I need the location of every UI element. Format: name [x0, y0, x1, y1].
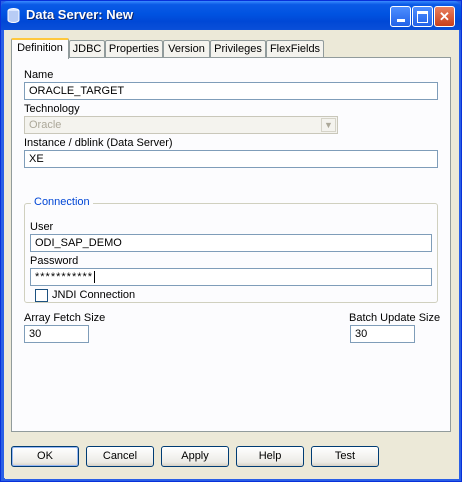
help-button[interactable]: Help — [236, 446, 304, 467]
batch-update-input[interactable]: 30 — [350, 325, 415, 343]
tab-flexfields[interactable]: FlexFields — [266, 40, 324, 57]
batch-update-label: Batch Update Size — [349, 312, 441, 324]
name-label: Name — [24, 69, 54, 81]
minimize-button[interactable] — [390, 6, 411, 27]
user-input[interactable]: ODI_SAP_DEMO — [30, 234, 432, 252]
title-bar[interactable]: Data Server: New ✕ — [1, 1, 461, 30]
connection-group-title: Connection — [31, 196, 93, 208]
ok-button[interactable]: OK — [11, 446, 79, 467]
database-icon — [7, 8, 20, 23]
maximize-button[interactable] — [412, 6, 433, 27]
instance-input[interactable]: XE — [24, 150, 438, 168]
password-label: Password — [30, 255, 79, 267]
tab-privileges[interactable]: Privileges — [210, 40, 266, 57]
window-title: Data Server: New — [26, 7, 133, 22]
test-button[interactable]: Test — [311, 446, 379, 467]
jndi-label: JNDI Connection — [52, 289, 136, 301]
instance-label: Instance / dblink (Data Server) — [24, 137, 173, 149]
user-label: User — [30, 221, 54, 233]
connection-group: Connection User ODI_SAP_DEMO Password **… — [24, 196, 438, 303]
technology-value: Oracle — [29, 119, 62, 131]
chevron-down-icon: ▼ — [321, 118, 336, 132]
technology-label: Technology — [24, 103, 80, 115]
password-value: *********** — [35, 271, 94, 283]
tab-jdbc[interactable]: JDBC — [69, 40, 105, 57]
dialog-body: Definition JDBC Properties Version Privi… — [5, 30, 459, 479]
definition-panel: Name ORACLE_TARGET Technology Oracle ▼ I… — [11, 57, 451, 432]
tab-properties[interactable]: Properties — [105, 40, 163, 57]
text-caret — [94, 271, 96, 284]
tab-version[interactable]: Version — [163, 40, 210, 57]
maximize-icon — [417, 11, 428, 23]
technology-select[interactable]: Oracle ▼ — [24, 116, 338, 134]
close-button[interactable]: ✕ — [434, 6, 455, 27]
tab-definition[interactable]: Definition — [11, 38, 69, 59]
cancel-button[interactable]: Cancel — [86, 446, 154, 467]
close-icon: ✕ — [439, 9, 450, 24]
name-input[interactable]: ORACLE_TARGET — [24, 82, 438, 100]
jndi-checkbox[interactable] — [35, 289, 48, 302]
password-input[interactable]: *********** — [30, 268, 432, 286]
dialog-window: Data Server: New ✕ Definition JDBC Prope… — [0, 0, 462, 482]
apply-button[interactable]: Apply — [161, 446, 229, 467]
array-fetch-label: Array Fetch Size — [24, 312, 106, 324]
minimize-icon — [396, 19, 405, 22]
array-fetch-input[interactable]: 30 — [24, 325, 89, 343]
